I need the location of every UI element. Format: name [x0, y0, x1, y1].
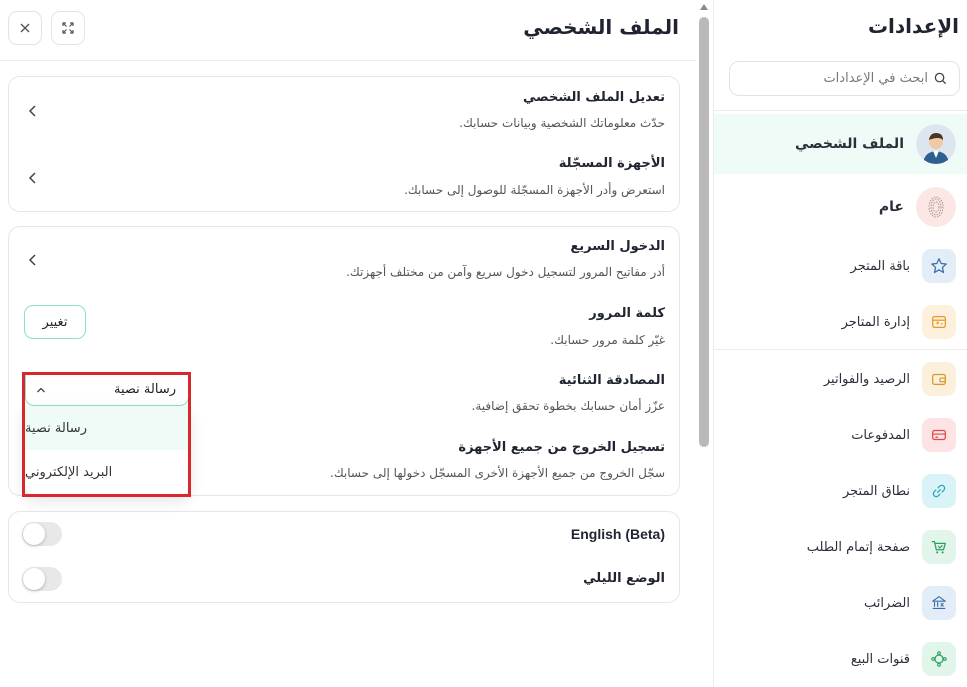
- two-factor-title: المصادقة الثنائية: [558, 373, 665, 388]
- sidebar-item-label: عام: [878, 199, 904, 215]
- password-title: كلمة المرور: [589, 306, 665, 321]
- scrollbar-thumb[interactable]: [699, 17, 709, 447]
- edit-profile-title: تعديل الملف الشخصي: [522, 90, 665, 105]
- sidebar-item-payments[interactable]: المدفوعات: [714, 407, 967, 463]
- expand-button[interactable]: [51, 11, 85, 45]
- sidebar-item-label: الضرائب: [863, 595, 910, 611]
- bank-icon: [922, 586, 956, 620]
- channels-icon: [922, 642, 956, 676]
- registered-devices-row[interactable]: الأجهزة المسجّلة استعرض وأدر الأجهزة الم…: [9, 143, 679, 211]
- two-factor-method-menu: رسالة نصية البريد الإلكتروني: [25, 406, 189, 494]
- dark-mode-toggle[interactable]: [22, 567, 62, 591]
- sidebar-item-store-domain[interactable]: نطاق المتجر: [714, 463, 967, 519]
- quick-login-title: الدخول السريع: [570, 239, 665, 254]
- sidebar-item-store-plan[interactable]: باقة المتجر: [714, 238, 967, 294]
- user-avatar: [916, 124, 956, 164]
- toggle-knob: [23, 568, 45, 590]
- quick-login-desc: أدر مفاتيح المرور لتسجيل دخول سريع وآمن …: [346, 265, 665, 279]
- sidebar-item-label: الملف الشخصي: [794, 136, 904, 152]
- sidebar-item-label: إدارة المتاجر: [841, 314, 910, 330]
- quick-login-row[interactable]: الدخول السريع أدر مفاتيح المرور لتسجيل د…: [9, 227, 679, 293]
- credit-card-icon: [922, 418, 956, 452]
- header-divider: [0, 60, 696, 61]
- cart-icon: [922, 530, 956, 564]
- link-icon: [922, 474, 956, 508]
- sidebar-item-label: المدفوعات: [851, 427, 910, 443]
- sidebar-item-label: الرصيد والفواتير: [823, 371, 910, 387]
- preferences-card: English (Beta) الوضع الليلي: [8, 511, 680, 603]
- registered-devices-desc: استعرض وأدر الأجهزة المسجّلة للوصول إلى …: [404, 183, 665, 197]
- sidebar-item-profile[interactable]: الملف الشخصي: [714, 114, 967, 174]
- change-password-button[interactable]: تغيير: [24, 305, 86, 339]
- expand-icon: [62, 22, 74, 34]
- sidebar-item-label: صفحة إتمام الطلب: [806, 539, 910, 555]
- store-admin-icon: [922, 305, 956, 339]
- sidebar-item-taxes[interactable]: الضرائب: [714, 575, 967, 631]
- star-icon: [922, 249, 956, 283]
- sidebar-title: الإعدادات: [867, 14, 959, 38]
- sidebar-item-label: قنوات البيع: [850, 651, 910, 667]
- search-input[interactable]: [738, 71, 928, 86]
- logout-all-desc: سجّل الخروج من جميع الأجهزة الأخرى المسج…: [330, 466, 665, 480]
- chevron-left-icon: [28, 172, 36, 184]
- profile-panel: الملف الشخصي تعديل الملف الشخصي حدّث معل…: [0, 0, 696, 687]
- logout-all-title[interactable]: تسجيل الخروج من جميع الأجهزة: [458, 440, 665, 455]
- two-factor-desc: عزّز أمان حسابك بخطوة تحقق إضافية.: [471, 399, 665, 413]
- close-button[interactable]: [8, 11, 42, 45]
- chevron-left-icon: [28, 105, 36, 117]
- settings-search[interactable]: [729, 61, 960, 96]
- search-icon: [934, 72, 947, 85]
- sidebar-item-sales-channels[interactable]: قنوات البيع: [714, 631, 967, 687]
- dark-mode-label: الوضع الليلي: [583, 571, 665, 586]
- sidebar-item-general[interactable]: عام: [714, 178, 967, 236]
- edit-profile-desc: حدّث معلوماتك الشخصية وبيانات حسابك.: [459, 116, 665, 130]
- sidebar-item-store-management[interactable]: إدارة المتاجر: [714, 294, 967, 350]
- chevron-up-icon: [37, 387, 45, 392]
- close-icon: [20, 23, 30, 33]
- scroll-up-arrow-icon[interactable]: [698, 2, 710, 12]
- sidebar-item-label: باقة المتجر: [850, 258, 910, 274]
- wallet-icon: [922, 362, 956, 396]
- two-factor-method-select[interactable]: رسالة نصية: [25, 373, 189, 406]
- edit-profile-row[interactable]: تعديل الملف الشخصي حدّث معلوماتك الشخصية…: [9, 77, 679, 143]
- profile-card: تعديل الملف الشخصي حدّث معلوماتك الشخصية…: [8, 76, 680, 212]
- english-beta-label: English (Beta): [570, 526, 665, 542]
- fingerprint-icon: [916, 187, 956, 227]
- sidebar-item-checkout-page[interactable]: صفحة إتمام الطلب: [714, 519, 967, 575]
- sidebar-divider: [714, 110, 967, 111]
- english-beta-toggle[interactable]: [22, 522, 62, 546]
- registered-devices-title: الأجهزة المسجّلة: [558, 156, 665, 171]
- password-desc: غيّر كلمة مرور حسابك.: [550, 333, 665, 347]
- option-sms[interactable]: رسالة نصية: [25, 406, 189, 450]
- settings-sidebar: الإعدادات الملف الشخصي عام باقة المتجر إ…: [713, 0, 967, 687]
- sidebar-item-label: نطاق المتجر: [842, 483, 910, 499]
- sidebar-item-balance-invoices[interactable]: الرصيد والفواتير: [714, 351, 967, 407]
- toggle-knob: [23, 523, 45, 545]
- chevron-left-icon: [28, 254, 36, 266]
- selected-method: رسالة نصية: [114, 382, 176, 397]
- sidebar-divider: [714, 349, 967, 350]
- page-title: الملف الشخصي: [523, 15, 679, 39]
- option-email[interactable]: البريد الإلكتروني: [25, 450, 189, 494]
